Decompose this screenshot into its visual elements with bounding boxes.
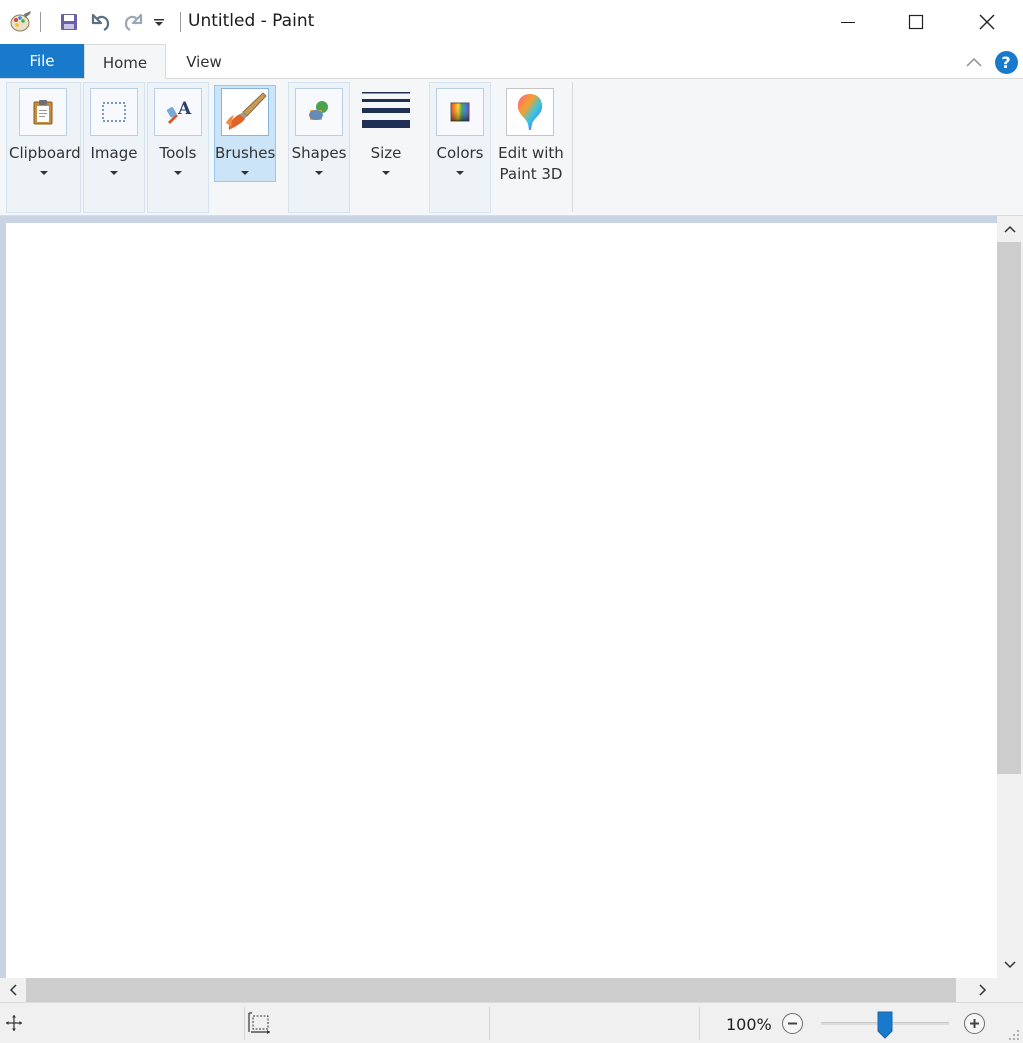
paint3d-icon: [506, 88, 554, 136]
scroll-right-button[interactable]: [970, 978, 996, 1002]
window-title: Untitled - Paint: [188, 11, 315, 31]
colors-label: Colors: [436, 144, 484, 162]
title-separator: [180, 12, 181, 32]
vertical-scroll-thumb[interactable]: [997, 242, 1021, 774]
tools-icon: A: [154, 88, 202, 136]
maximize-button[interactable]: [893, 0, 939, 44]
chevron-left-icon: [9, 984, 17, 996]
status-bar: 100%: [0, 1002, 1023, 1043]
size-group[interactable]: Size: [352, 82, 418, 213]
chevron-down-icon: [456, 171, 464, 175]
brush-icon: [221, 88, 269, 136]
scroll-down-button[interactable]: [997, 952, 1023, 978]
clipboard-icon: [19, 88, 67, 136]
clipboard-group[interactable]: Clipboard: [6, 82, 81, 213]
chevron-down-icon: [40, 171, 48, 175]
redo-icon[interactable]: [120, 8, 146, 36]
image-label: Image: [90, 144, 138, 162]
zoom-slider-thumb[interactable]: [877, 1011, 893, 1039]
brushes-button[interactable]: Brushes: [214, 85, 276, 182]
size-label: Size: [370, 144, 402, 162]
select-icon: [90, 88, 138, 136]
chevron-down-icon: [174, 171, 182, 175]
ribbon-separator: [572, 82, 573, 212]
chevron-down-icon: [241, 171, 249, 175]
chevron-down-icon: [382, 171, 390, 175]
chevron-right-icon: [979, 984, 987, 996]
help-icon: ?: [994, 50, 1018, 74]
resize-grip-icon[interactable]: [1008, 1029, 1020, 1041]
horizontal-scrollbar[interactable]: [0, 978, 997, 1002]
chevron-up-icon: [966, 57, 982, 67]
cursor-position-icon: [6, 1015, 22, 1031]
scroll-left-button[interactable]: [0, 978, 26, 1002]
zoom-out-button[interactable]: [782, 1013, 803, 1034]
selection-size-icon: [248, 1012, 270, 1034]
undo-icon[interactable]: [88, 8, 114, 36]
horizontal-scroll-thumb[interactable]: [26, 978, 956, 1002]
chevron-down-icon: [1004, 961, 1016, 969]
customize-quick-access-icon[interactable]: [146, 8, 172, 36]
image-group[interactable]: Image: [83, 82, 145, 213]
zoom-in-button[interactable]: [964, 1013, 985, 1034]
zoom-level: 100%: [726, 1015, 772, 1034]
shapes-group[interactable]: Shapes: [288, 82, 350, 213]
minimize-icon: [841, 22, 855, 23]
save-icon[interactable]: [56, 8, 82, 36]
status-divider: [489, 1007, 490, 1040]
scroll-up-button[interactable]: [997, 216, 1023, 242]
close-icon: [979, 14, 995, 30]
svg-text:A: A: [177, 99, 192, 119]
scrollbar-corner: [997, 978, 1023, 1002]
edit-with-label: Edit with: [498, 144, 564, 162]
shapes-icon: [295, 88, 343, 136]
tools-label: Tools: [159, 144, 197, 162]
size-icon: [362, 92, 410, 128]
edit-with-paint3d-button[interactable]: Edit with Paint 3D: [495, 82, 565, 213]
title-bar: Untitled - Paint: [0, 0, 1023, 44]
paint3d-label: Paint 3D: [499, 165, 563, 183]
status-divider: [244, 1007, 245, 1040]
status-divider: [699, 1007, 700, 1040]
drawing-canvas[interactable]: [6, 223, 997, 978]
close-button[interactable]: [964, 0, 1010, 44]
clipboard-label: Clipboard: [9, 144, 81, 162]
tools-group[interactable]: A Tools: [147, 82, 209, 213]
ribbon-tabs: File Home View ?: [0, 44, 1023, 80]
plus-icon: [970, 1019, 979, 1028]
chevron-down-icon: [315, 171, 323, 175]
quick-access-separator: [40, 12, 41, 32]
help-button[interactable]: ?: [994, 50, 1018, 74]
tab-view[interactable]: View: [168, 44, 240, 79]
tab-home[interactable]: Home: [84, 44, 166, 80]
vertical-scrollbar[interactable]: [997, 216, 1023, 978]
paint-app-icon[interactable]: [8, 8, 34, 36]
maximize-icon: [908, 14, 924, 30]
brushes-label: Brushes: [215, 144, 276, 162]
color-palette-icon: [436, 88, 484, 136]
workspace: [0, 216, 997, 978]
collapse-ribbon-button[interactable]: [962, 50, 986, 74]
chevron-up-icon: [1004, 225, 1016, 233]
colors-group[interactable]: Colors: [429, 82, 491, 213]
minimize-button[interactable]: [825, 0, 871, 44]
chevron-down-icon: [110, 171, 118, 175]
tab-file[interactable]: File: [0, 44, 84, 78]
shapes-label: Shapes: [291, 144, 347, 162]
minus-icon: [788, 1022, 797, 1025]
